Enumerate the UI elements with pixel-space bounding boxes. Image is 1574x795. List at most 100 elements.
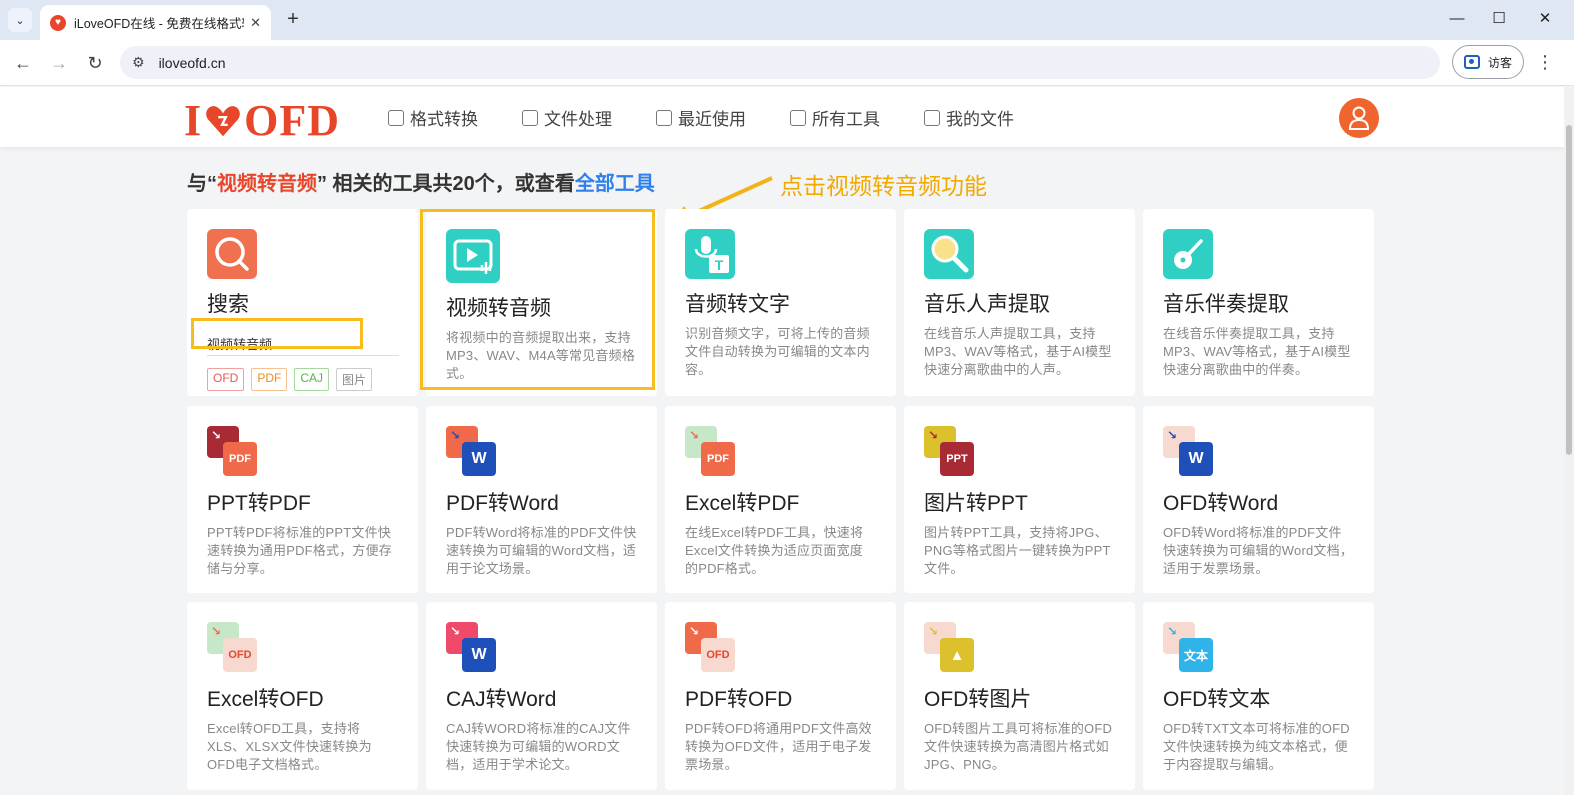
tool-title: PDF转Word (446, 492, 559, 515)
filter-tags: OFD PDF CAJ 图片 (207, 368, 398, 391)
back-button[interactable]: ← (9, 49, 37, 77)
browser-tab-strip: ⌄ ♥ iLoveOFD在线 - 免费在线格式转换 ✕ + — ☐ ✕ (0, 0, 1574, 40)
logo-letter: I (184, 96, 203, 145)
tool-card-pdf-to-ofd[interactable]: ↘ OFD PDF转OFD PDF转OFD将通用PDF文件高效转换为OFD文件，… (665, 602, 896, 790)
scrollbar-thumb[interactable] (1566, 125, 1572, 455)
filter-tag-caj[interactable]: CAJ (294, 368, 330, 391)
nav-label: 最近使用 (678, 110, 746, 129)
annotation-label: 点击视频转音频功能 (780, 173, 987, 199)
window-minimize-button[interactable]: — (1440, 6, 1474, 32)
ofd-to-word-icon: ↘ W (1163, 426, 1215, 478)
tool-card-pdf-to-word[interactable]: ↘ W PDF转Word PDF转Word将标准的PDF文件快速转换为可编辑的W… (426, 406, 657, 593)
tool-title: Excel转OFD (207, 688, 324, 711)
browser-tab-active[interactable]: ♥ iLoveOFD在线 - 免费在线格式转换 ✕ (40, 5, 271, 40)
new-tab-button[interactable]: + (282, 8, 304, 30)
tool-description: PDF转OFD将通用PDF文件高效转换为OFD文件，适用于电子发票场景。 (685, 721, 872, 772)
microphone-text-icon: T (685, 229, 735, 279)
site-logo[interactable]: I OFD (184, 95, 340, 146)
nav-recent[interactable]: 最近使用 (656, 105, 746, 130)
site-info-icon[interactable]: ⚙ (132, 54, 145, 71)
guest-profile-button[interactable]: 访客 (1452, 45, 1524, 79)
address-bar[interactable]: ⚙ iloveofd.cn (120, 46, 1440, 79)
heading-keyword: 视频转音频 (217, 173, 317, 195)
tool-card-ofd-to-image[interactable]: ↘ ▲ OFD转图片 OFD转图片工具可将标准的OFD文件快速转换为高清图片格式… (904, 602, 1135, 790)
window-maximize-button[interactable]: ☐ (1482, 6, 1516, 32)
tool-description: CAJ转WORD将标准的CAJ文件快速转换为可编辑的WORD文档，适用于学术论文… (446, 721, 631, 772)
logo-text: OFD (244, 96, 341, 145)
nav-label: 所有工具 (812, 110, 880, 129)
ppt-to-pdf-icon: ↘ PDF (207, 426, 259, 478)
tool-card-ofd-to-word[interactable]: ↘ W OFD转Word OFD转Word将标准的PDF文件快速转换为可编辑的W… (1143, 406, 1374, 593)
guitar-icon (1163, 229, 1213, 279)
tool-title: OFD转Word (1163, 492, 1279, 515)
tool-title: OFD转图片 (924, 688, 1032, 711)
tool-card-accompaniment-extract[interactable]: 音乐伴奏提取 在线音乐伴奏提取工具，支持MP3、WAV等格式，基于AI模型快速分… (1143, 209, 1374, 396)
browser-menu-icon[interactable]: ⋮ (1536, 52, 1554, 72)
heading-middle: ” 相关的工具共20个，或查看 (317, 173, 575, 195)
reload-button[interactable]: ↻ (81, 49, 109, 77)
tool-description: PPT转PDF将标准的PPT文件快速转换为通用PDF格式，方便存储与分享。 (207, 525, 393, 576)
excel-to-pdf-icon: ↘ PDF (685, 426, 737, 478)
user-icon (1348, 106, 1370, 130)
heart-icon (206, 105, 240, 136)
tool-description: OFD转Word将标准的PDF文件快速转换为可编辑的Word文档，适用于发票场景… (1163, 525, 1354, 576)
nav-file-process[interactable]: 文件处理 (522, 105, 612, 130)
document-icon (522, 109, 538, 126)
tool-title: 图片转PPT (924, 492, 1028, 515)
tool-title: 音乐伴奏提取 (1163, 293, 1289, 316)
tab-close-icon[interactable]: ✕ (250, 15, 261, 31)
nav-label: 文件处理 (544, 110, 612, 129)
tool-title: CAJ转Word (446, 688, 557, 711)
profile-icon (1463, 55, 1480, 69)
tool-card-vocal-extract[interactable]: 音乐人声提取 在线音乐人声提取工具，支持MP3、WAV等格式，基于AI模型快速分… (904, 209, 1135, 396)
filter-tag-ofd[interactable]: OFD (207, 368, 245, 391)
user-avatar[interactable] (1339, 98, 1379, 138)
clock-icon (656, 109, 672, 126)
tool-card-ppt-to-pdf[interactable]: ↘ PDF PPT转PDF PPT转PDF将标准的PPT文件快速转换为通用PDF… (187, 406, 418, 593)
filter-tag-image[interactable]: 图片 (336, 368, 373, 391)
tool-description: OFD转图片工具可将标准的OFD文件快速转换为高清图片格式如JPG、PNG。 (924, 721, 1113, 772)
window-close-button[interactable]: ✕ (1528, 6, 1562, 32)
all-tools-link[interactable]: 全部工具 (575, 173, 655, 195)
filter-tag-pdf[interactable]: PDF (251, 368, 288, 391)
heading-prefix: 与“ (187, 173, 217, 195)
search-card-title: 搜索 (207, 293, 249, 316)
url-text: iloveofd.cn (158, 54, 226, 71)
tool-description: 识别音频文字，可将上传的音频文件自动转换为可编辑的文本内容。 (685, 326, 870, 377)
browser-toolbar: ← → ↻ ⚙ iloveofd.cn 访客 ⋮ (0, 40, 1574, 86)
site-favicon-icon: ♥ (50, 14, 66, 31)
tool-card-excel-to-ofd[interactable]: ↘ OFD Excel转OFD Excel转OFD工具，支持将XLS、XLSX文… (187, 602, 418, 790)
image-to-ppt-icon: ↘ PPT (924, 426, 976, 478)
ofd-to-image-icon: ↘ ▲ (924, 622, 976, 674)
site-header: I OFD 格式转换 文件处理 最近使用 所有工具 我的文件 (0, 87, 1564, 147)
tool-card-image-to-ppt[interactable]: ↘ PPT 图片转PPT 图片转PPT工具，支持将JPG、PNG等格式图片一键转… (904, 406, 1135, 593)
grid-icon (790, 109, 806, 126)
highlight-box-video-to-audio (420, 209, 655, 390)
tool-description: 在线音乐人声提取工具，支持MP3、WAV等格式，基于AI模型快速分离歌曲中的人声… (924, 326, 1112, 377)
tool-description: OFD转TXT文本可将标准的OFD文件快速转换为纯文本格式，便于内容提取与编辑。 (1163, 721, 1350, 772)
nav-label: 格式转换 (410, 110, 478, 129)
ofd-to-text-icon: ↘ 文本 (1163, 622, 1215, 674)
pdf-to-ofd-icon: ↘ OFD (685, 622, 737, 674)
tool-description: Excel转OFD工具，支持将XLS、XLSX文件快速转换为OFD电子文档格式。 (207, 721, 372, 772)
tool-description: PDF转Word将标准的PDF文件快速转换为可编辑的Word文档，适用于论文场景… (446, 525, 637, 576)
tool-title: OFD转文本 (1163, 688, 1271, 711)
tool-card-caj-to-word[interactable]: ↘ W CAJ转Word CAJ转WORD将标准的CAJ文件快速转换为可编辑的W… (426, 602, 657, 790)
convert-icon (388, 109, 404, 126)
results-heading: 与“视频转音频” 相关的工具共20个，或查看全部工具 (187, 167, 655, 196)
page-scrollbar[interactable] (1564, 87, 1574, 795)
file-list-icon (924, 109, 940, 126)
forward-button[interactable]: → (45, 49, 73, 77)
excel-to-ofd-icon: ↘ OFD (207, 622, 259, 674)
tool-card-ofd-to-text[interactable]: ↘ 文本 OFD转文本 OFD转TXT文本可将标准的OFD文件快速转换为纯文本格… (1143, 602, 1374, 790)
tool-title: 音频转文字 (685, 293, 790, 316)
tab-search-button[interactable]: ⌄ (8, 8, 32, 32)
tool-card-excel-to-pdf[interactable]: ↘ PDF Excel转PDF 在线Excel转PDF工具，快速将Excel文件… (665, 406, 896, 593)
nav-format-convert[interactable]: 格式转换 (388, 105, 478, 130)
nav-my-files[interactable]: 我的文件 (924, 105, 1014, 130)
search-icon (207, 229, 257, 279)
tool-title: PDF转OFD (685, 688, 793, 711)
pdf-to-word-icon: ↘ W (446, 426, 498, 478)
nav-all-tools[interactable]: 所有工具 (790, 105, 880, 130)
tool-card-audio-to-text[interactable]: T 音频转文字 识别音频文字，可将上传的音频文件自动转换为可编辑的文本内容。 (665, 209, 896, 396)
